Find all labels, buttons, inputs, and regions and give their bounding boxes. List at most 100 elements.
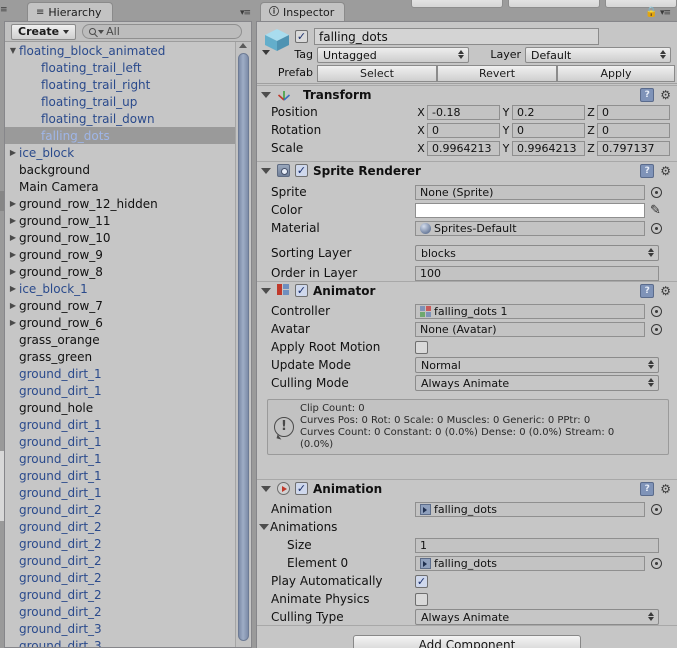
- animations-size-input[interactable]: 1: [415, 537, 659, 553]
- sprite-renderer-enabled-checkbox[interactable]: [295, 164, 308, 177]
- gear-icon[interactable]: ⚙: [660, 482, 671, 496]
- toolbar-ghost-button-1[interactable]: [411, 0, 503, 8]
- hierarchy-row[interactable]: ground_dirt_2: [5, 535, 237, 552]
- hierarchy-panel-menu-icon[interactable]: ▾≡: [240, 8, 251, 18]
- help-icon[interactable]: ?: [640, 283, 655, 298]
- hierarchy-row[interactable]: ground_dirt_1: [5, 433, 237, 450]
- hierarchy-row[interactable]: ▶ ground_row_11: [5, 212, 237, 229]
- hierarchy-row[interactable]: ground_dirt_1: [5, 450, 237, 467]
- animate-physics-checkbox[interactable]: [415, 592, 428, 606]
- add-component-button[interactable]: Add Component: [353, 635, 581, 648]
- hierarchy-row[interactable]: ▶ ground_row_10: [5, 229, 237, 246]
- foldout-closed-icon[interactable]: ▶: [7, 284, 19, 293]
- hierarchy-scrollbar[interactable]: [235, 42, 250, 647]
- help-icon[interactable]: ?: [640, 163, 655, 178]
- animation-clip-picker-icon[interactable]: [651, 503, 662, 515]
- create-button[interactable]: Create: [11, 23, 77, 40]
- hierarchy-row[interactable]: ▶ ground_row_12_hidden: [5, 195, 237, 212]
- animations-array-row[interactable]: Animations: [257, 518, 677, 536]
- prefab-revert-button[interactable]: Revert: [437, 65, 557, 82]
- foldout-closed-icon[interactable]: ▶: [7, 250, 19, 259]
- hierarchy-scrollbar-thumb[interactable]: [238, 53, 249, 641]
- sprite-object-field[interactable]: None (Sprite): [415, 184, 645, 200]
- hierarchy-row[interactable]: floating_trail_right: [5, 76, 237, 93]
- gear-icon[interactable]: ⚙: [660, 88, 671, 102]
- apply-root-motion-checkbox[interactable]: [415, 340, 428, 354]
- inspector-lock-icon[interactable]: 🔒: [645, 7, 657, 18]
- animator-header[interactable]: Animator ? ⚙: [257, 281, 677, 299]
- hierarchy-row[interactable]: ground_dirt_1: [5, 365, 237, 382]
- animation-header[interactable]: Animation ? ⚙: [257, 479, 677, 497]
- hierarchy-row[interactable]: ground_dirt_1: [5, 416, 237, 433]
- transform-position-z-input[interactable]: 0: [597, 104, 670, 120]
- object-enabled-checkbox[interactable]: [295, 30, 308, 43]
- color-swatch-field[interactable]: [415, 202, 645, 218]
- scroll-up-arrow-icon[interactable]: [239, 43, 247, 48]
- controller-object-field[interactable]: falling_dots 1: [415, 303, 645, 319]
- animations-element0-field[interactable]: falling_dots: [415, 555, 645, 571]
- foldout-closed-icon[interactable]: ▶: [7, 199, 19, 208]
- hierarchy-row[interactable]: ▶ ice_block: [5, 144, 237, 161]
- hierarchy-row[interactable]: Main Camera: [5, 178, 237, 195]
- eyedropper-icon[interactable]: ✎: [650, 203, 661, 218]
- element0-picker-icon[interactable]: [651, 557, 662, 569]
- foldout-closed-icon[interactable]: ▶: [7, 148, 19, 157]
- tab-hierarchy[interactable]: ≡ Hierarchy: [27, 2, 113, 22]
- hierarchy-row[interactable]: floating_trail_left: [5, 59, 237, 76]
- transform-scale-y-input[interactable]: 0.9964213: [512, 140, 585, 156]
- hierarchy-row[interactable]: ▶ ground_row_6: [5, 314, 237, 331]
- controller-picker-icon[interactable]: [651, 305, 662, 317]
- hierarchy-row[interactable]: grass_orange: [5, 331, 237, 348]
- hierarchy-row[interactable]: ground_dirt_2: [5, 501, 237, 518]
- object-name-field[interactable]: falling_dots: [314, 28, 599, 45]
- hierarchy-row[interactable]: ground_dirt_2: [5, 586, 237, 603]
- transform-scale-x-input[interactable]: 0.9964213: [427, 140, 500, 156]
- play-automatically-checkbox[interactable]: [415, 574, 428, 588]
- search-input[interactable]: All: [82, 24, 243, 39]
- transform-header[interactable]: Transform ? ⚙: [257, 85, 677, 103]
- hierarchy-row[interactable]: ground_dirt_2: [5, 569, 237, 586]
- hierarchy-row[interactable]: ground_hole: [5, 399, 237, 416]
- hierarchy-row[interactable]: ground_dirt_2: [5, 552, 237, 569]
- material-object-field[interactable]: Sprites-Default: [415, 220, 645, 236]
- animations-foldout-icon[interactable]: [259, 524, 269, 530]
- hierarchy-row[interactable]: ground_dirt_3: [5, 637, 237, 648]
- update-mode-dropdown[interactable]: Normal: [415, 357, 659, 373]
- hierarchy-tree[interactable]: ▼ floating_block_animated floating_trail_l…: [5, 42, 237, 647]
- hierarchy-row[interactable]: ▶ ground_row_9: [5, 246, 237, 263]
- transform-position-y-input[interactable]: 0.2: [512, 104, 585, 120]
- hierarchy-row[interactable]: floating_trail_down: [5, 110, 237, 127]
- toolbar-ghost-button-3[interactable]: [605, 0, 677, 8]
- transform-rotation-y-input[interactable]: 0: [512, 122, 585, 138]
- culling-type-dropdown[interactable]: Always Animate: [415, 609, 659, 625]
- hierarchy-row[interactable]: floating_trail_up: [5, 93, 237, 110]
- foldout-closed-icon[interactable]: ▶: [7, 301, 19, 310]
- prefab-dropdown-caret-icon[interactable]: [262, 50, 270, 55]
- search-filter-chevron-icon[interactable]: [98, 29, 105, 34]
- gear-icon[interactable]: ⚙: [660, 284, 671, 298]
- sprite-renderer-foldout-icon[interactable]: [261, 167, 271, 174]
- tab-inspector[interactable]: ⓘ Inspector: [260, 2, 346, 22]
- foldout-open-icon[interactable]: ▼: [7, 46, 19, 55]
- transform-rotation-x-input[interactable]: 0: [427, 122, 500, 138]
- hierarchy-row[interactable]: ▼ floating_block_animated: [5, 42, 237, 59]
- prefab-select-button[interactable]: Select: [317, 65, 437, 82]
- sorting-layer-dropdown[interactable]: blocks: [415, 245, 659, 261]
- help-icon[interactable]: ?: [640, 481, 655, 496]
- gear-icon[interactable]: ⚙: [660, 164, 671, 178]
- transform-rotation-z-input[interactable]: 0: [597, 122, 670, 138]
- hierarchy-row[interactable]: ground_dirt_2: [5, 518, 237, 535]
- material-picker-icon[interactable]: [651, 222, 662, 234]
- animation-enabled-checkbox[interactable]: [295, 482, 308, 495]
- foldout-closed-icon[interactable]: ▶: [7, 233, 19, 242]
- animator-foldout-icon[interactable]: [261, 287, 271, 294]
- hierarchy-row[interactable]: ground_dirt_1: [5, 484, 237, 501]
- help-icon[interactable]: ?: [640, 87, 655, 102]
- toolbar-ghost-button-2[interactable]: [508, 0, 600, 8]
- transform-foldout-icon[interactable]: [261, 91, 271, 98]
- sprite-picker-icon[interactable]: [651, 186, 662, 198]
- hierarchy-row[interactable]: ground_dirt_3: [5, 620, 237, 637]
- transform-scale-z-input[interactable]: 0.797137: [597, 140, 670, 156]
- hierarchy-row[interactable]: ground_dirt_1: [5, 382, 237, 399]
- sprite-renderer-header[interactable]: Sprite Renderer ? ⚙: [257, 161, 677, 179]
